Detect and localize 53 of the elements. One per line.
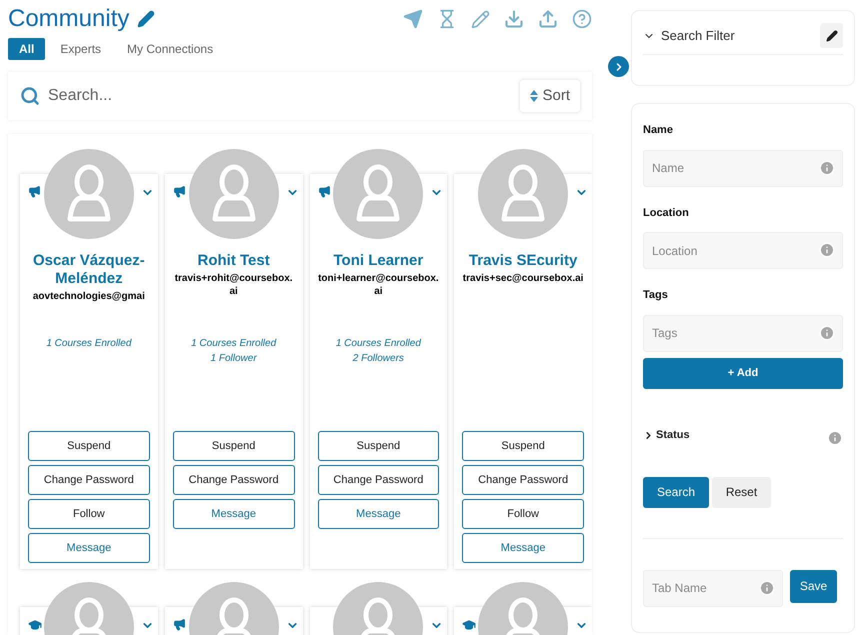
card-action-button[interactable]: Suspend <box>172 431 294 461</box>
filter-field[interactable]: Location <box>643 232 843 269</box>
filter-tab[interactable]: All <box>8 38 46 60</box>
reset-button[interactable]: Reset <box>712 476 771 508</box>
member-email: aovtechnologies@gmai <box>32 290 145 303</box>
member-name[interactable]: Travis SEcurity <box>468 252 578 270</box>
sort-icon <box>530 90 538 102</box>
filter-field[interactable]: Name <box>643 150 843 186</box>
filter-tab[interactable]: Experts <box>49 38 112 60</box>
member-name[interactable]: Toni Learner <box>334 252 424 270</box>
search-button[interactable]: Search <box>643 476 709 508</box>
edit-icon[interactable] <box>137 10 156 28</box>
card-action-button[interactable]: Follow <box>28 499 150 529</box>
card-action-button[interactable]: Follow <box>462 499 584 529</box>
message-button[interactable]: Message <box>318 499 440 529</box>
card-action-button[interactable]: Change Password <box>28 465 150 495</box>
search-icon <box>20 86 40 106</box>
member-email: travis+sec@coursebox.ai <box>462 272 584 285</box>
member-name[interactable]: Rohit Test <box>198 252 270 270</box>
member-stat: 1 Courses Enrolled <box>191 337 276 351</box>
member-email: travis+rohit@coursebox.ai <box>174 272 294 298</box>
card-action-button[interactable]: Change Password <box>318 465 440 495</box>
member-stat: 2 Followers <box>352 352 404 366</box>
add-tag-button[interactable]: + Add <box>643 358 843 388</box>
card-action-button[interactable]: Suspend <box>462 431 584 461</box>
panel-toggle-button[interactable] <box>608 56 629 77</box>
card-action-button[interactable]: Suspend <box>28 431 150 461</box>
save-button[interactable]: Save <box>790 570 837 602</box>
field-label: Location <box>643 206 690 220</box>
member-email: toni+learner@coursebox.ai <box>318 272 440 298</box>
message-button[interactable]: Message <box>462 533 584 563</box>
filter-field[interactable]: Tags <box>643 314 843 352</box>
page-title: Community <box>8 4 130 34</box>
field-label: Tags <box>643 288 669 303</box>
card-action-button[interactable]: Change Password <box>172 465 294 495</box>
card-action-button[interactable]: Change Password <box>462 465 584 495</box>
member-stat: 1 Courses Enrolled <box>336 337 421 351</box>
filter-tab[interactable]: My Connections <box>116 38 224 60</box>
member-stat: 1 Courses Enrolled <box>46 337 132 351</box>
search-field[interactable]: Search... <box>48 84 520 108</box>
member-stat: 1 Follower <box>210 352 257 366</box>
sort-button[interactable]: Sort <box>520 80 580 112</box>
message-button[interactable]: Message <box>28 533 150 563</box>
member-name[interactable]: Oscar Vázquez-Meléndez <box>28 252 150 288</box>
info-icon <box>827 430 843 446</box>
edit-icon <box>826 30 838 42</box>
edit-filter-button[interactable] <box>820 23 843 48</box>
card-action-button[interactable]: Suspend <box>318 431 440 461</box>
message-button[interactable]: Message <box>172 499 294 529</box>
filter-title: Search Filter <box>661 26 735 45</box>
status-label[interactable]: Status <box>656 427 690 444</box>
field-label: Name <box>643 123 674 138</box>
tab-name-field[interactable]: Tab Name <box>643 570 783 606</box>
